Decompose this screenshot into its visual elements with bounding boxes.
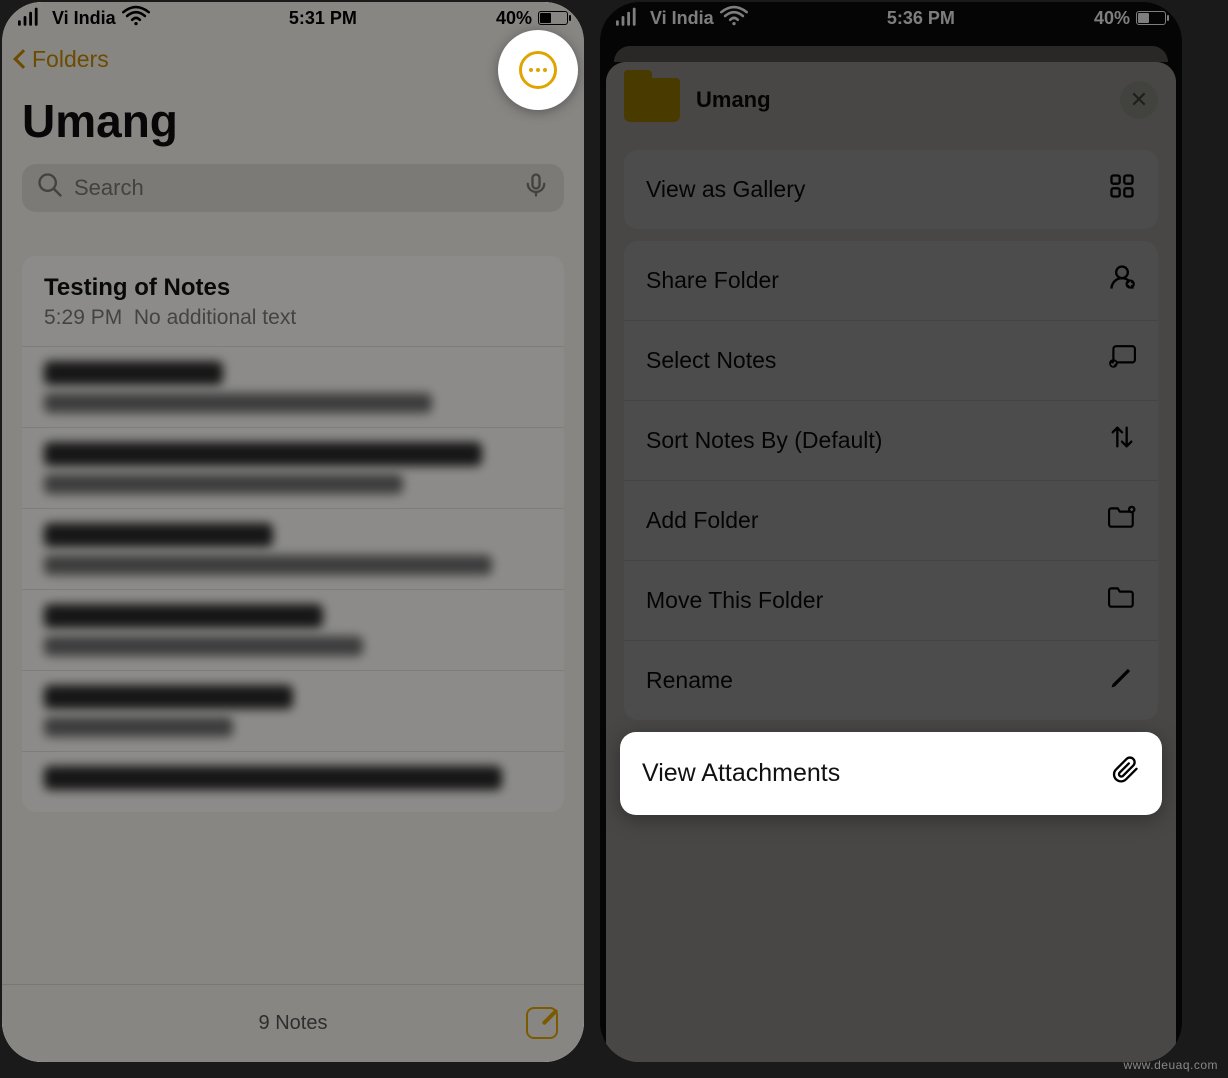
row-label: Add Folder — [646, 507, 759, 534]
row-label: Rename — [646, 667, 733, 694]
back-button[interactable]: Folders — [16, 46, 109, 73]
carrier-label: Vi India — [650, 8, 714, 29]
share-person-icon — [1108, 263, 1136, 298]
note-row-blurred[interactable] — [22, 671, 564, 752]
search-placeholder: Search — [74, 175, 144, 201]
search-icon — [36, 171, 64, 205]
notes-list: Testing of Notes 5:29 PM No additional t… — [22, 256, 564, 812]
view-attachments-row[interactable]: View Attachments — [620, 732, 1162, 815]
cell-signal-icon — [616, 2, 644, 35]
row-label: View as Gallery — [646, 176, 805, 203]
action-group-2: Share Folder Select Notes Sort Notes By … — [624, 241, 1158, 720]
wifi-icon — [122, 2, 150, 35]
left-screenshot: Vi India 5:31 PM 40% Folders Umang — [2, 2, 584, 1062]
microphone-icon[interactable] — [522, 171, 550, 205]
add-folder-row[interactable]: Add Folder — [624, 481, 1158, 561]
sheet-title: Umang — [696, 87, 771, 113]
sheet-header: Umang ✕ — [606, 62, 1176, 138]
battery-percent: 40% — [496, 8, 532, 29]
note-title: Testing of Notes — [44, 274, 542, 302]
battery-icon — [1136, 11, 1166, 25]
row-label: Select Notes — [646, 347, 776, 374]
view-as-gallery-row[interactable]: View as Gallery — [624, 150, 1158, 229]
notes-list-screen: Vi India 5:31 PM 40% Folders Umang — [2, 2, 584, 1062]
back-label: Folders — [32, 46, 109, 73]
carrier-label: Vi India — [52, 8, 116, 29]
ellipsis-circle-icon — [519, 51, 557, 89]
search-input[interactable]: Search — [22, 164, 564, 212]
note-row-blurred[interactable] — [22, 509, 564, 590]
close-button[interactable]: ✕ — [1120, 81, 1158, 119]
page-title: Umang — [2, 82, 584, 164]
share-folder-row[interactable]: Share Folder — [624, 241, 1158, 321]
pencil-icon — [1108, 663, 1136, 698]
sort-notes-row[interactable]: Sort Notes By (Default) — [624, 401, 1158, 481]
row-label: Share Folder — [646, 267, 779, 294]
notes-count: 9 Notes — [259, 1012, 328, 1035]
nav-bar: Folders — [2, 32, 584, 82]
row-label: View Attachments — [642, 759, 840, 788]
folder-icon — [624, 78, 680, 122]
note-row-blurred[interactable] — [22, 347, 564, 428]
note-row-blurred[interactable] — [22, 590, 564, 671]
rename-row[interactable]: Rename — [624, 641, 1158, 720]
clock-label: 5:31 PM — [289, 8, 357, 29]
row-label: Move This Folder — [646, 587, 823, 614]
close-icon: ✕ — [1130, 87, 1148, 113]
select-notes-row[interactable]: Select Notes — [624, 321, 1158, 401]
folder-icon — [1108, 583, 1136, 618]
sort-icon — [1108, 423, 1136, 458]
background-card-peek — [614, 46, 1168, 62]
grid-icon — [1108, 172, 1136, 207]
action-group-1: View as Gallery — [624, 150, 1158, 229]
status-bar: Vi India 5:31 PM 40% — [2, 2, 584, 32]
wifi-icon — [720, 2, 748, 35]
compose-note-button[interactable] — [526, 1007, 558, 1039]
chevron-left-icon — [13, 49, 33, 69]
status-bar: Vi India 5:36 PM 40% — [600, 2, 1182, 32]
right-screenshot: Vi India 5:36 PM 40% Umang ✕ View as Gal… — [600, 2, 1182, 1062]
note-row[interactable]: Testing of Notes 5:29 PM No additional t… — [22, 256, 564, 347]
clock-label: 5:36 PM — [887, 8, 955, 29]
select-icon — [1108, 343, 1136, 378]
battery-icon — [538, 11, 568, 25]
watermark: www.deuaq.com — [1123, 1058, 1218, 1072]
note-row-blurred[interactable] — [22, 428, 564, 509]
bottom-toolbar: 9 Notes — [2, 984, 584, 1062]
note-row-blurred[interactable] — [22, 752, 564, 812]
more-button[interactable] — [498, 30, 578, 110]
move-folder-row[interactable]: Move This Folder — [624, 561, 1158, 641]
cell-signal-icon — [18, 2, 46, 35]
paperclip-icon — [1112, 756, 1140, 791]
note-preview: 5:29 PM No additional text — [44, 306, 542, 330]
folder-plus-icon — [1108, 503, 1136, 538]
action-sheet: Umang ✕ View as Gallery Share Folder Se — [606, 62, 1176, 1062]
battery-percent: 40% — [1094, 8, 1130, 29]
row-label: Sort Notes By (Default) — [646, 427, 882, 454]
